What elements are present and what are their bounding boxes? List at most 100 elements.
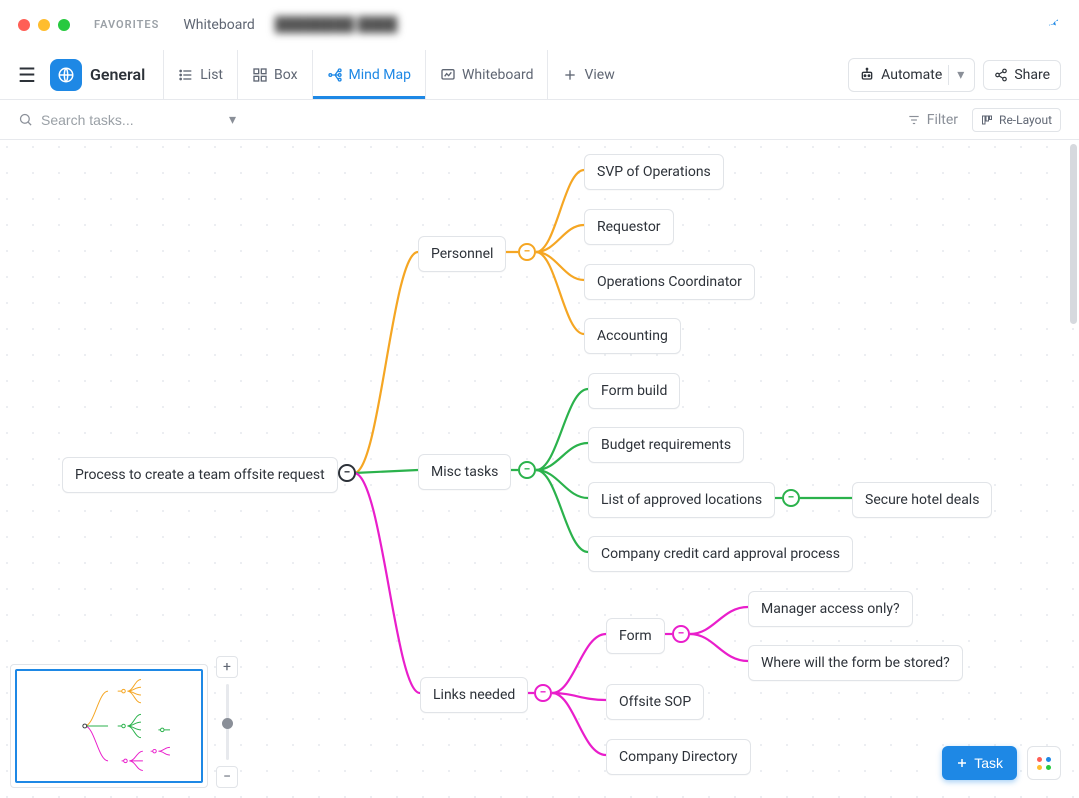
node-label: Accounting (597, 328, 668, 344)
node-label: Company Directory (619, 749, 738, 765)
share-icon (994, 68, 1008, 82)
automate-label: Automate (881, 67, 942, 83)
whiteboard-icon (440, 67, 456, 83)
space-icon[interactable] (50, 59, 82, 91)
node-label: Offsite SOP (619, 694, 691, 710)
tab-list-label: List (200, 67, 223, 83)
node-label: Secure hotel deals (865, 492, 979, 508)
maximize-window-button[interactable] (58, 19, 70, 31)
minimize-window-button[interactable] (38, 19, 50, 31)
node-misc-child-0[interactable]: Form build (588, 373, 680, 409)
tab-whiteboard-label: Whiteboard (462, 67, 534, 83)
node-personnel[interactable]: Personnel (418, 236, 506, 272)
box-icon (252, 67, 268, 83)
node-secure-hotel[interactable]: Secure hotel deals (852, 482, 992, 518)
tab-box-label: Box (274, 67, 298, 83)
node-personnel-child-3[interactable]: Accounting (584, 318, 681, 354)
share-label: Share (1014, 67, 1050, 83)
node-links-child-1[interactable]: Offsite SOP (606, 684, 704, 720)
mindmap-icon (327, 67, 343, 83)
relayout-label: Re-Layout (999, 113, 1052, 127)
tab-mind-map[interactable]: Mind Map (312, 50, 425, 99)
node-personnel-child-2[interactable]: Operations Coordinator (584, 264, 755, 300)
node-label: Budget requirements (601, 437, 731, 453)
space-title[interactable]: General (90, 65, 145, 84)
node-personnel-label: Personnel (431, 246, 493, 262)
chevron-down-icon[interactable]: ▾ (948, 65, 970, 85)
main-toolbar: ☰ General List Box Mind Map Whiteboard V… (0, 50, 1079, 100)
node-label: Where will the form be stored? (761, 655, 950, 671)
add-task-button[interactable]: Task (942, 746, 1017, 780)
node-misc-child-2[interactable]: List of approved locations (588, 482, 775, 518)
relayout-button[interactable]: Re-Layout (972, 108, 1061, 132)
junction-locations[interactable]: − (782, 489, 800, 507)
automate-button[interactable]: Automate ▾ (848, 58, 975, 92)
search-options-icon[interactable]: ▾ (229, 112, 236, 128)
view-tabs: List Box Mind Map Whiteboard View (163, 50, 628, 99)
list-icon (178, 67, 194, 83)
node-personnel-child-0[interactable]: SVP of Operations (584, 154, 724, 190)
breadcrumb-obscured: ████████ ████ (275, 16, 398, 33)
add-task-label: Task (974, 755, 1003, 771)
filter-icon (907, 113, 921, 127)
node-misc[interactable]: Misc tasks (418, 454, 511, 490)
minimap-graphic (17, 671, 201, 781)
tab-add-view-label: View (584, 67, 614, 83)
node-links-child-2[interactable]: Company Directory (606, 739, 751, 775)
filter-label: Filter (927, 112, 958, 128)
node-links[interactable]: Links needed (420, 677, 528, 713)
junction-personnel[interactable]: − (518, 243, 536, 261)
tab-whiteboard[interactable]: Whiteboard (425, 50, 548, 99)
zoom-control: + − (216, 656, 238, 788)
junction-misc[interactable]: − (518, 461, 536, 479)
share-button[interactable]: Share (983, 60, 1061, 90)
node-label: Requestor (597, 219, 661, 235)
junction-root[interactable]: − (338, 464, 356, 482)
robot-icon (859, 67, 875, 83)
search-input[interactable] (41, 112, 201, 128)
favorites-label[interactable]: FAVORITES (94, 18, 159, 31)
node-label: Form (619, 628, 652, 644)
node-form-child-0[interactable]: Manager access only? (748, 591, 913, 627)
relayout-icon (981, 114, 993, 126)
node-root[interactable]: Process to create a team offsite request (62, 457, 338, 493)
minimap[interactable] (10, 664, 208, 788)
junction-links[interactable]: − (534, 684, 552, 702)
apps-button[interactable] (1027, 746, 1061, 780)
tab-mind-map-label: Mind Map (349, 67, 411, 83)
pin-icon[interactable] (1047, 16, 1061, 34)
node-misc-child-1[interactable]: Budget requirements (588, 427, 744, 463)
vertical-scrollbar[interactable] (1070, 140, 1077, 798)
node-links-label: Links needed (433, 687, 515, 703)
node-misc-label: Misc tasks (431, 464, 498, 480)
subtoolbar: ▾ Filter Re-Layout (0, 100, 1079, 140)
node-label: Company credit card approval process (601, 546, 840, 562)
node-label: List of approved locations (601, 492, 762, 508)
node-root-label: Process to create a team offsite request (75, 467, 325, 483)
window-controls (18, 19, 70, 31)
zoom-in-button[interactable]: + (216, 656, 238, 678)
search-icon (18, 112, 33, 127)
window-titlebar: FAVORITES Whiteboard ████████ ████ (0, 0, 1079, 50)
menu-icon[interactable]: ☰ (18, 63, 36, 87)
zoom-out-button[interactable]: − (216, 766, 238, 788)
tab-box[interactable]: Box (237, 50, 312, 99)
filter-button[interactable]: Filter (907, 112, 958, 128)
node-misc-child-3[interactable]: Company credit card approval process (588, 536, 853, 572)
tab-list[interactable]: List (163, 50, 237, 99)
node-label: Operations Coordinator (597, 274, 742, 290)
tab-add-view[interactable]: View (547, 50, 628, 99)
node-links-child-0[interactable]: Form (606, 618, 665, 654)
node-label: Form build (601, 383, 667, 399)
floating-actions: Task (942, 746, 1061, 780)
zoom-thumb[interactable] (222, 718, 233, 729)
mindmap-canvas[interactable]: Process to create a team offsite request… (0, 140, 1079, 798)
node-personnel-child-1[interactable]: Requestor (584, 209, 674, 245)
node-form-child-1[interactable]: Where will the form be stored? (748, 645, 963, 681)
zoom-slider[interactable] (226, 684, 229, 760)
junction-form[interactable]: − (672, 625, 690, 643)
node-label: Manager access only? (761, 601, 900, 617)
plus-icon (562, 67, 578, 83)
close-window-button[interactable] (18, 19, 30, 31)
breadcrumb-whiteboard[interactable]: Whiteboard (183, 17, 255, 33)
